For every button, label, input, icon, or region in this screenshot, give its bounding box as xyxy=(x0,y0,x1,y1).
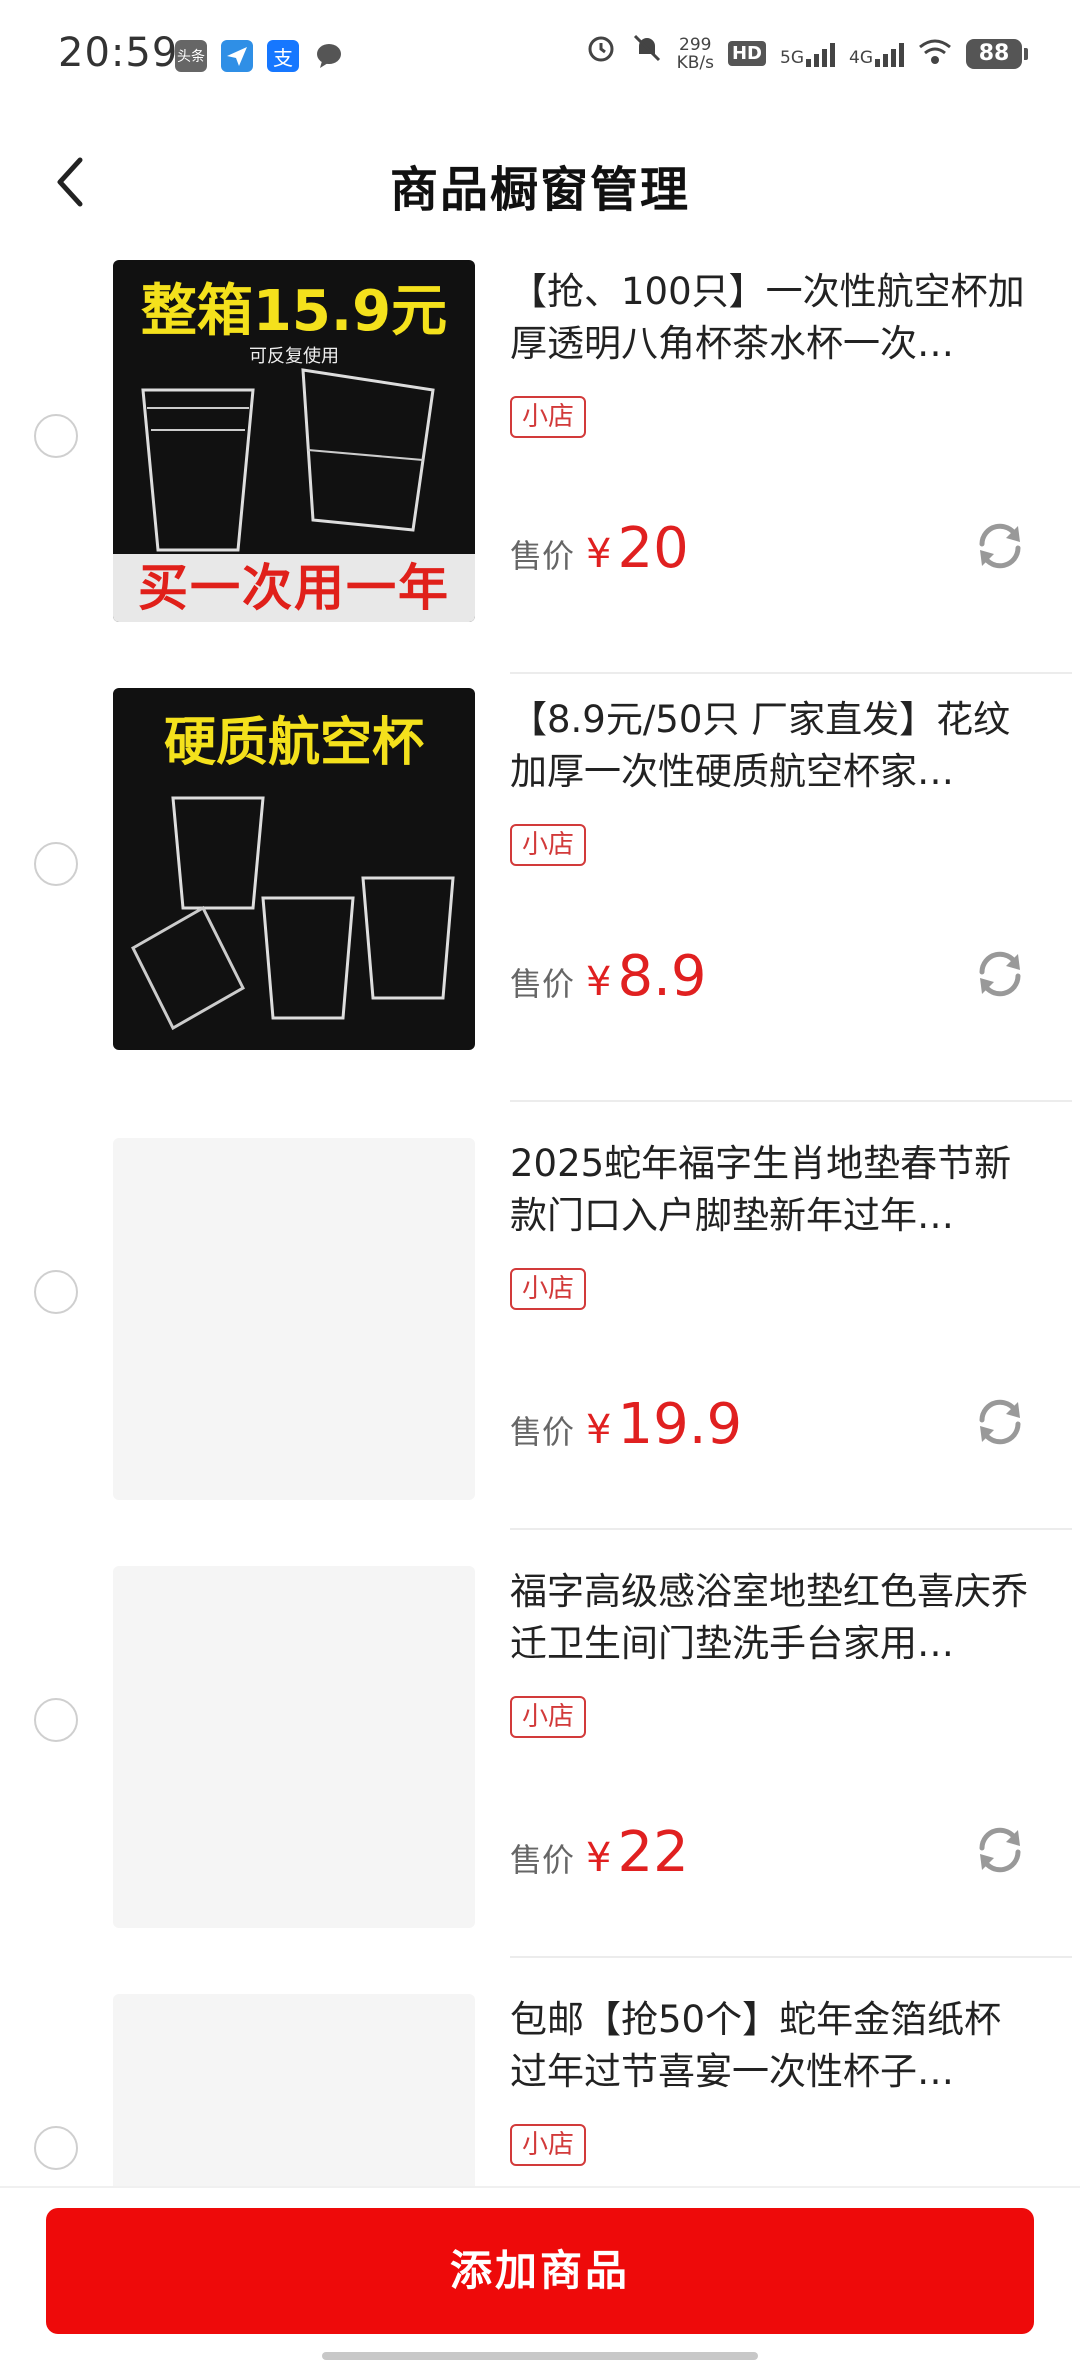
price-row: 售价 ¥ 22 xyxy=(510,1820,689,1885)
signal-5g: 5G xyxy=(780,41,835,67)
shop-tag: 小店 xyxy=(510,2124,587,2166)
shop-tag: 小店 xyxy=(510,1268,587,1310)
product-item[interactable]: 整箱15.9元 可反复使用 买一次用一年 【抢、100只】一次性航空杯加厚透明八… xyxy=(0,246,1080,674)
add-product-button[interactable]: 添加商品 xyxy=(46,2208,1034,2334)
signal-4g: 4G xyxy=(849,41,904,67)
product-thumbnail[interactable] xyxy=(113,1138,475,1500)
toutiao-icon: 头条 xyxy=(175,40,207,72)
status-bar: 20:59 头条 支 299 KB/s HD 5G 4G 88 xyxy=(0,0,1080,116)
select-radio[interactable] xyxy=(34,414,78,458)
alarm-icon xyxy=(585,32,617,75)
select-radio[interactable] xyxy=(34,2126,78,2170)
hd-badge: HD xyxy=(727,41,766,66)
page-title: 商品橱窗管理 xyxy=(389,162,690,218)
cups-illustration xyxy=(141,368,435,552)
refresh-button[interactable] xyxy=(970,1392,1030,1452)
price-row: 售价 ¥ 20 xyxy=(510,516,689,581)
home-indicator[interactable] xyxy=(322,2352,758,2360)
refresh-button[interactable] xyxy=(970,944,1030,1004)
product-thumbnail[interactable] xyxy=(113,1566,475,1928)
select-radio[interactable] xyxy=(34,842,78,886)
shop-tag: 小店 xyxy=(510,396,587,438)
shop-tag: 小店 xyxy=(510,824,587,866)
price-value: 8.9 xyxy=(617,944,707,1009)
refresh-icon xyxy=(979,951,1021,997)
battery-indicator: 88 xyxy=(966,38,1028,69)
refresh-button[interactable] xyxy=(970,1820,1030,1880)
page-header: 商品橱窗管理 xyxy=(0,116,1080,246)
refresh-button[interactable] xyxy=(970,516,1030,576)
product-item[interactable]: 硬质航空杯 【8.9元/50只 厂家直发】花纹加厚一次性硬质航空杯家… 小店 售… xyxy=(0,674,1080,1102)
refresh-icon xyxy=(979,1399,1021,1445)
mute-bell-icon xyxy=(631,32,663,75)
shop-tag: 小店 xyxy=(510,1696,587,1738)
cups-illustration xyxy=(131,796,455,1031)
product-item[interactable]: 福字高级感浴室地垫红色喜庆乔迁卫生间门垫洗手台家用… 小店 售价 ¥ 22 xyxy=(0,1530,1080,1958)
select-radio[interactable] xyxy=(34,1698,78,1742)
price-row: 售价 ¥ 8.9 xyxy=(510,944,707,1009)
product-item[interactable]: 2025蛇年福字生肖地垫春节新款门口入户脚垫新年过年… 小店 售价 ¥ 19.9 xyxy=(0,1102,1080,1530)
product-title[interactable]: 福字高级感浴室地垫红色喜庆乔迁卫生间门垫洗手台家用… xyxy=(510,1566,1030,1670)
product-thumbnail[interactable]: 硬质航空杯 xyxy=(113,688,475,1050)
price-value: 20 xyxy=(617,516,689,581)
alipay-icon: 支 xyxy=(267,40,299,72)
product-item[interactable]: 包邮【抢50个】蛇年金箔纸杯过年过节喜宴一次性杯子… 小店 xyxy=(0,1958,1080,2188)
net-speed: 299 KB/s xyxy=(676,34,714,73)
product-title[interactable]: 【8.9元/50只 厂家直发】花纹加厚一次性硬质航空杯家… xyxy=(510,694,1030,798)
signal-bars-icon xyxy=(806,41,835,67)
select-radio[interactable] xyxy=(34,1270,78,1314)
product-title[interactable]: 包邮【抢50个】蛇年金箔纸杯过年过节喜宴一次性杯子… xyxy=(510,1994,1030,2098)
price-value: 19.9 xyxy=(617,1392,743,1457)
signal-bars-icon xyxy=(875,41,904,67)
product-list: 整箱15.9元 可反复使用 买一次用一年 【抢、100只】一次性航空杯加厚透明八… xyxy=(0,246,1080,2188)
status-indicators: 299 KB/s HD 5G 4G 88 xyxy=(585,32,1028,75)
status-time: 20:59 xyxy=(58,30,179,76)
price-value: 22 xyxy=(617,1820,689,1885)
refresh-icon xyxy=(979,1827,1021,1873)
paper-plane-icon xyxy=(221,40,253,72)
product-title[interactable]: 2025蛇年福字生肖地垫春节新款门口入户脚垫新年过年… xyxy=(510,1138,1030,1242)
product-title[interactable]: 【抢、100只】一次性航空杯加厚透明八角杯茶水杯一次… xyxy=(510,266,1030,370)
wifi-icon xyxy=(918,38,952,70)
product-thumbnail[interactable] xyxy=(113,1994,475,2188)
chat-bubble-icon xyxy=(313,40,345,72)
price-row: 售价 ¥ 19.9 xyxy=(510,1392,743,1457)
refresh-icon xyxy=(979,523,1021,569)
status-app-icons: 头条 支 xyxy=(175,40,345,72)
product-thumbnail[interactable]: 整箱15.9元 可反复使用 买一次用一年 xyxy=(113,260,475,622)
bottom-action-bar: 添加商品 xyxy=(0,2186,1080,2376)
